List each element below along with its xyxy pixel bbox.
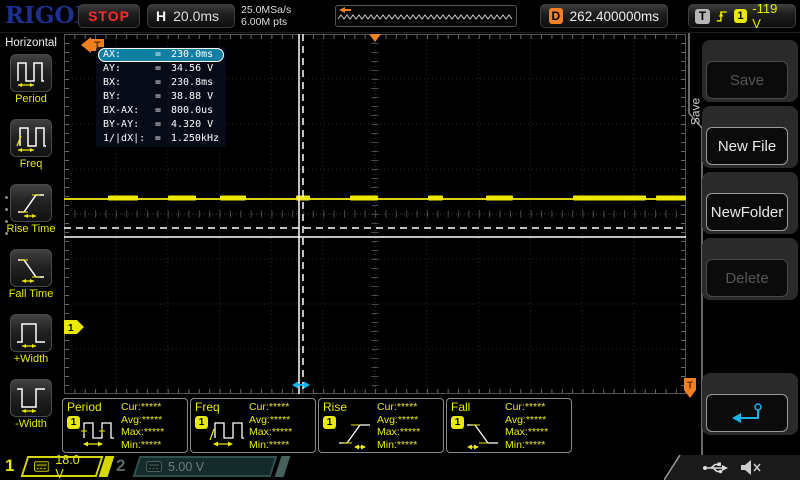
delay-label: D <box>549 8 563 24</box>
delay-readout: D 262.400000ms <box>540 4 668 28</box>
trigger-slope-icon <box>715 8 729 24</box>
memory-depth: 6.00M pts <box>241 16 291 28</box>
delay-value: 262.400000ms <box>570 9 659 24</box>
menu-slot-4: Delete <box>702 238 798 300</box>
measurement-row: Period 1 Cur:***** Avg:***** Max:***** M… <box>0 397 800 455</box>
left-measure-menu: Horizontal Period Freq <box>0 33 62 455</box>
svg-text:T: T <box>687 381 693 392</box>
channel-badge: 1 <box>451 416 464 429</box>
pos-width-icon[interactable] <box>10 314 52 352</box>
new-folder-button[interactable]: NewFolder <box>706 193 788 231</box>
measure-stats: Cur:***** Avg:***** Max:***** Min:***** <box>249 401 292 451</box>
fall-time-icon[interactable] <box>10 249 52 287</box>
channel1-ground-marker[interactable]: 1 <box>64 320 84 334</box>
menu-item-period[interactable]: Period <box>0 54 62 105</box>
cursor-row-by: BY:=38.88 V <box>98 90 224 104</box>
channel-1-number: 1 <box>5 456 14 476</box>
save-menu-tab: Save <box>689 90 702 134</box>
waveform-preview <box>335 5 517 27</box>
channel-badge: 1 <box>195 416 208 429</box>
timebase-label: H <box>156 8 166 24</box>
dc-coupling-icon <box>34 461 49 472</box>
channel-2-box: 5.00 V <box>133 456 278 477</box>
new-file-button[interactable]: New File <box>706 127 788 165</box>
acquisition-info: 25.0MSa/s 6.00M pts <box>241 4 291 28</box>
freq-glyph-icon <box>208 416 246 450</box>
sample-rate: 25.0MSa/s <box>241 4 291 16</box>
channel-1-box: 18.0 V <box>21 456 104 477</box>
menu-slot-1: Save <box>702 40 798 102</box>
cursor-row-ay: AY:=34.56 V <box>98 62 224 76</box>
period-glyph-icon <box>80 416 118 450</box>
horizontal-position-marker[interactable] <box>369 34 381 42</box>
timebase-box: H 20.0ms <box>147 4 235 28</box>
preview-trigger-offscreen-icon <box>339 7 351 13</box>
channel-2-scale: 5.00 V <box>168 460 204 474</box>
menu-item-pos-width[interactable]: +Width <box>0 314 62 365</box>
rise-time-icon[interactable] <box>10 184 52 222</box>
measure-stats: Cur:***** Avg:***** Max:***** Min:***** <box>377 401 420 451</box>
rise-glyph-icon <box>336 416 374 450</box>
measure-box-period: Period 1 Cur:***** Avg:***** Max:***** M… <box>62 398 188 453</box>
cursor-row-bx-ax: BX-AX:=800.0us <box>98 104 224 118</box>
channel-badge: 1 <box>323 416 336 429</box>
trigger-level-value: -119 V <box>752 1 789 31</box>
measure-box-fall: Fall 1 Cur:***** Avg:***** Max:***** Min… <box>446 398 572 453</box>
timebase-value: 20.0ms <box>173 8 219 24</box>
system-icons-area <box>664 455 800 480</box>
menu-item-fall-time[interactable]: Fall Time <box>0 249 62 300</box>
preview-waveform-icon <box>336 6 516 26</box>
measure-stats: Cur:***** Avg:***** Max:***** Min:***** <box>121 401 164 451</box>
cursor-row-bx: BX:=230.8ms <box>98 76 224 90</box>
menu-slot-2: New File <box>702 106 798 168</box>
cursor-move-handle-icon[interactable] <box>292 382 310 389</box>
fall-glyph-icon <box>464 416 502 450</box>
status-bar: RIGOL STOP H 20.0ms 25.0MSa/s 6.00M pts … <box>0 0 800 33</box>
trigger-source-badge: 1 <box>734 9 748 23</box>
oscilloscope-screen: RIGOL STOP H 20.0ms 25.0MSa/s 6.00M pts … <box>0 0 800 480</box>
cursor-row-inv-dx: 1/|dX|:=1.250kHz <box>98 132 224 146</box>
dc-coupling-icon <box>146 461 162 472</box>
channel-2-slash <box>275 456 291 477</box>
menu-item-rise-time[interactable]: Rise Time <box>0 184 62 235</box>
cursor-row-by-ay: BY-AY:=4.320 V <box>98 118 224 132</box>
trigger-level-offscreen-icon: T <box>683 377 697 404</box>
run-state-badge: STOP <box>78 4 140 28</box>
menu-scroll-indicator <box>5 196 8 244</box>
cursor-row-ax: AX:=230.0ms <box>98 48 224 62</box>
channel-bar: 1 18.0 V 2 <box>0 455 800 480</box>
save-button[interactable]: Save <box>706 61 788 99</box>
channel-1-scale: 18.0 V <box>55 453 90 480</box>
menu-item-freq[interactable]: Freq <box>0 119 62 170</box>
svg-text:1: 1 <box>68 323 74 334</box>
period-icon[interactable] <box>10 54 52 92</box>
measure-box-rise: Rise 1 Cur:***** Avg:***** Max:***** Min… <box>318 398 444 453</box>
delete-button[interactable]: Delete <box>706 259 788 297</box>
measure-box-freq: Freq 1 Cur:***** Avg:***** Max:***** Min… <box>190 398 316 453</box>
left-menu-title: Horizontal <box>0 37 62 49</box>
channel-2-number: 2 <box>116 456 125 476</box>
measure-stats: Cur:***** Avg:***** Max:***** Min:***** <box>505 401 548 451</box>
save-menu-panel: Save Save New File NewFolder Delete <box>688 33 800 455</box>
trigger-readout: T 1 -119 V <box>688 4 796 28</box>
menu-slot-3: NewFolder <box>702 172 798 234</box>
trigger-label: T <box>695 9 710 24</box>
channel-badge: 1 <box>67 416 80 429</box>
freq-icon[interactable] <box>10 119 52 157</box>
run-state-label: STOP <box>88 8 130 24</box>
cursor-readout-panel: AX:=230.0ms AY:=34.56 V BX:=230.8ms BY:=… <box>96 47 226 147</box>
trace-ch1 <box>64 196 686 201</box>
